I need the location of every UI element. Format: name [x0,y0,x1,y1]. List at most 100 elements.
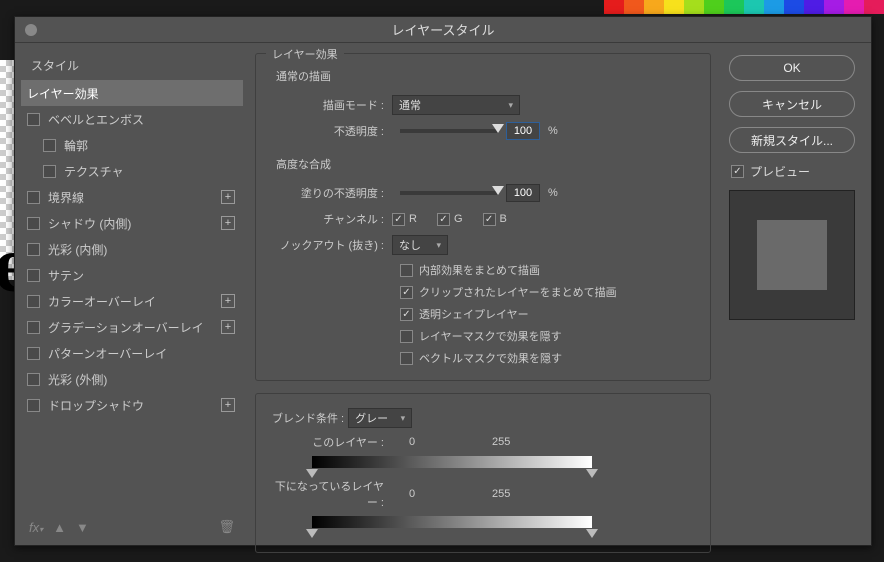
add-effect-button[interactable]: + [221,216,235,230]
add-effect-button[interactable]: + [221,294,235,308]
color-swatches-strip [604,0,884,14]
channel-r-checkbox[interactable] [392,213,405,226]
this-layer-label: このレイヤー : [272,434,392,450]
under-layer-gradient[interactable] [312,516,592,528]
swatch[interactable] [704,0,724,14]
arrow-down-icon[interactable]: ▼ [76,520,89,535]
style-checkbox[interactable] [27,243,40,256]
style-row-label: シャドウ (内側) [48,215,131,232]
opacity-input[interactable] [506,122,540,140]
fill-opacity-slider[interactable] [400,191,498,195]
swatch[interactable] [804,0,824,14]
chevron-down-icon: ▾ [401,413,406,424]
fx-icon[interactable]: fx▾ [29,520,43,535]
style-checkbox[interactable] [43,139,56,152]
style-row-5[interactable]: シャドウ (内側) + [21,210,243,236]
swatch[interactable] [764,0,784,14]
swatch[interactable] [604,0,624,14]
close-button[interactable] [25,24,37,36]
preview-label: プレビュー [750,163,810,180]
add-effect-button[interactable]: + [221,190,235,204]
blend-mode-select[interactable]: 通常▾ [392,95,520,115]
swatch[interactable] [824,0,844,14]
style-row-4[interactable]: 境界線+ [21,184,243,210]
style-row-6[interactable]: 光彩 (内側) [21,236,243,262]
style-row-7[interactable]: サテン [21,262,243,288]
style-row-label: グラデーションオーバーレイ [48,319,204,336]
swatch[interactable] [684,0,704,14]
style-row-3[interactable]: テクスチャ [21,158,243,184]
style-row-label: テクスチャ [64,163,124,180]
layer-mask-hide-checkbox[interactable] [400,330,413,343]
style-row-11[interactable]: 光彩 (外側) [21,366,243,392]
style-row-0[interactable]: レイヤー効果 [21,80,243,106]
style-row-label: パターンオーバーレイ [48,345,167,362]
swatch[interactable] [784,0,804,14]
transparency-shapes-checkbox[interactable] [400,308,413,321]
slider-handle-high[interactable] [586,529,598,538]
preview-checkbox[interactable] [731,165,744,178]
slider-handle-low[interactable] [306,469,318,478]
swatch[interactable] [724,0,744,14]
blend-if-select[interactable]: グレー▾ [348,408,412,428]
style-checkbox[interactable] [27,295,40,308]
new-style-button[interactable]: 新規スタイル... [729,127,855,153]
slider-handle-high[interactable] [586,469,598,478]
arrow-up-icon[interactable]: ▲ [53,520,66,535]
fill-opacity-unit: % [548,187,558,199]
layer-style-dialog: レイヤースタイル スタイル レイヤー効果ベベルとエンボス輪郭テクスチャ境界線+シ… [14,16,872,546]
style-row-label: カラーオーバーレイ [48,293,156,310]
trash-icon[interactable]: 🗑 [218,519,235,535]
under-layer-label: 下になっているレイヤー : [272,478,392,510]
style-checkbox[interactable] [43,165,56,178]
swatch[interactable] [864,0,884,14]
opacity-label: 不透明度 : [272,123,392,139]
style-row-10[interactable]: パターンオーバーレイ [21,340,243,366]
opacity-slider[interactable] [400,129,498,133]
right-buttons-panel: OK キャンセル 新規スタイル... プレビュー [725,43,871,545]
style-row-8[interactable]: カラーオーバーレイ + [21,288,243,314]
style-row-1[interactable]: ベベルとエンボス [21,106,243,132]
this-layer-gradient[interactable] [312,456,592,468]
style-checkbox[interactable] [27,399,40,412]
style-checkbox[interactable] [27,113,40,126]
style-checkbox[interactable] [27,373,40,386]
swatch[interactable] [624,0,644,14]
under-layer-low: 0 [392,488,432,500]
style-row-9[interactable]: グラデーションオーバーレイ + [21,314,243,340]
style-checkbox[interactable] [27,217,40,230]
layer-effect-section: レイヤー効果 通常の描画 描画モード : 通常▾ 不透明度 : % 高度な合成 … [255,53,711,381]
vector-mask-hide-checkbox[interactable] [400,352,413,365]
blend-if-label: ブレンド条件 : [272,410,348,426]
style-checkbox[interactable] [27,347,40,360]
blend-interior-checkbox[interactable] [400,264,413,277]
slider-handle-low[interactable] [306,529,318,538]
swatch[interactable] [744,0,764,14]
style-checkbox[interactable] [27,269,40,282]
swatch[interactable] [644,0,664,14]
style-row-2[interactable]: 輪郭 [21,132,243,158]
channel-g-checkbox[interactable] [437,213,450,226]
style-checkbox[interactable] [27,321,40,334]
style-row-label: ドロップシャドウ [48,397,144,414]
channel-b-checkbox[interactable] [483,213,496,226]
style-row-label: ベベルとエンボス [48,111,144,128]
chevron-down-icon: ▾ [436,240,441,251]
styles-header: スタイル [21,49,243,80]
style-checkbox[interactable] [27,191,40,204]
ok-button[interactable]: OK [729,55,855,81]
swatch[interactable] [844,0,864,14]
style-row-12[interactable]: ドロップシャドウ + [21,392,243,418]
fill-opacity-input[interactable] [506,184,540,202]
style-row-label: サテン [48,267,84,284]
swatch[interactable] [664,0,684,14]
blend-clipped-checkbox[interactable] [400,286,413,299]
section-title: レイヤー効果 [266,46,344,62]
cancel-button[interactable]: キャンセル [729,91,855,117]
add-effect-button[interactable]: + [221,398,235,412]
style-row-label: 輪郭 [64,137,88,154]
this-layer-low: 0 [392,436,432,448]
style-row-label: 光彩 (内側) [48,241,107,258]
add-effect-button[interactable]: + [221,320,235,334]
knockout-select[interactable]: なし▾ [392,235,448,255]
